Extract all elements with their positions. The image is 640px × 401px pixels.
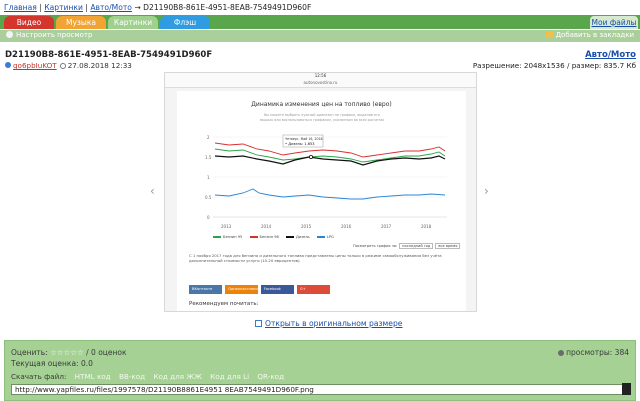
settings-icon <box>6 31 13 38</box>
share-vk: ВКонтакте <box>189 285 222 294</box>
setup-view-button[interactable]: Настроить просмотр <box>6 31 92 39</box>
download-label: Скачать файл: <box>11 372 67 381</box>
x-tick: 2017 <box>381 224 392 229</box>
category-link[interactable]: Авто/Мото <box>585 50 636 60</box>
preview-status-bar: 12:56 <box>165 73 476 80</box>
open-original-label[interactable]: Открыть в оригинальном размере <box>265 319 402 328</box>
pick-all-time: все время <box>435 243 461 249</box>
file-meta: go6pbIuKOT 27.08.2018 12:33 <box>5 61 132 70</box>
pick-label: Посмотреть график за: <box>353 244 398 248</box>
x-tick: 2013 <box>221 224 232 229</box>
breadcrumb-images[interactable]: Картинки <box>44 3 83 12</box>
share-ok: Одноклассники <box>225 285 258 294</box>
tooltip-value: • Дизель: 1.653 <box>285 142 315 146</box>
file-info-panel: Оценить: ☆☆☆☆☆ / 0 оценок просмотры: 384… <box>4 340 636 401</box>
file-url-field[interactable]: http://www.yapfiles.ru/files/1997578/D21… <box>11 384 623 395</box>
x-tick: 2015 <box>301 224 312 229</box>
prev-arrow-icon[interactable]: ‹ <box>150 184 155 198</box>
share-gplus: G+ <box>297 285 330 294</box>
eye-icon <box>558 350 565 356</box>
my-files-link[interactable]: Мои файлы <box>590 16 638 29</box>
legend-item: Бензин 95 <box>223 235 243 239</box>
add-bookmark-label: Добавить в закладки <box>555 31 634 39</box>
share-facebook: Facebook <box>261 285 294 294</box>
y-tick: 0.5 <box>205 195 212 200</box>
preview-recommend: Рекомендуем почитать: <box>189 301 259 307</box>
pick-last-year: последний год <box>399 243 434 249</box>
breadcrumb-home[interactable]: Главная <box>4 3 37 12</box>
preview-chart: 2 1.5 1 0.5 0 Четверг, Май 16, 2018 • Ди… <box>199 129 451 233</box>
tab-video[interactable]: Видео <box>4 16 54 29</box>
rating-row: Оценить: ☆☆☆☆☆ / 0 оценок <box>11 348 127 357</box>
tooltip-date: Четверг, Май 16, 2018 <box>285 137 323 141</box>
open-original-link[interactable]: Открыть в оригинальном размере <box>255 319 402 328</box>
preview-paragraph: С 1 ноября 2017 года для бензина и дизел… <box>189 253 442 263</box>
qr-code-link[interactable]: QR-код <box>257 372 284 381</box>
fullsize-icon <box>255 320 262 327</box>
current-rating: Текущая оценка: 0.0 <box>11 359 93 368</box>
views-count: просмотры: 384 <box>558 348 629 357</box>
file-title: D21190B8-861E-4951-8EAB-7549491D960F <box>5 50 213 60</box>
rate-label: Оценить: <box>11 348 48 357</box>
li-code-link[interactable]: Код для Li <box>210 372 249 381</box>
clock-icon <box>59 63 66 69</box>
html-code-link[interactable]: HTML код <box>75 372 111 381</box>
legend-item: Бензин 98 <box>259 235 279 239</box>
legend-item: LPG <box>326 235 334 239</box>
upload-date: 27.08.2018 12:33 <box>67 61 132 70</box>
setup-view-label: Настроить просмотр <box>16 31 93 39</box>
next-arrow-icon[interactable]: › <box>484 184 489 198</box>
rating-stars-icon[interactable]: ☆☆☆☆☆ <box>50 348 84 357</box>
preview-chart-title: Динамика изменения цен на топливо (евро) <box>251 101 392 108</box>
tab-images[interactable]: Картинки <box>108 16 158 29</box>
lj-code-link[interactable]: Код для ЖЖ <box>153 372 201 381</box>
breadcrumb-arrow: → <box>134 3 141 12</box>
breadcrumb: Главная | Картинки | Авто/Мото → D21190B… <box>4 3 311 13</box>
x-tick: 2016 <box>341 224 352 229</box>
breadcrumb-current: D21190B8-861E-4951-8EAB-7549491D960F <box>143 3 312 12</box>
preview-share-buttons: ВКонтакте Одноклассники Facebook G+ <box>189 283 333 294</box>
preview-chart-subtitle: Вы можете выбрать нужный диапазон на гра… <box>259 113 385 122</box>
view-toolbar: Настроить просмотр Добавить в закладки <box>0 30 640 42</box>
tab-flash[interactable]: Флэш <box>160 16 210 29</box>
y-tick: 1.5 <box>205 155 212 160</box>
legend-swatch <box>213 235 221 238</box>
preview-page: Динамика изменения цен на топливо (евро)… <box>177 91 466 311</box>
votes-count: / 0 оценок <box>86 348 127 357</box>
views-label: просмотры: 384 <box>566 348 629 357</box>
user-icon <box>5 62 11 68</box>
bookmark-icon <box>545 31 553 38</box>
legend-item: Дизель <box>296 235 310 239</box>
download-row: Скачать файл: HTML код BB-код Код для ЖЖ… <box>11 372 284 381</box>
uploader-link[interactable]: go6pbIuKOT <box>13 61 57 70</box>
image-preview[interactable]: 12:56 autonovostino.ru Динамика изменени… <box>164 72 477 312</box>
legend-swatch <box>286 235 294 238</box>
copy-icon[interactable] <box>622 383 631 395</box>
bb-code-link[interactable]: BB-код <box>119 372 145 381</box>
preview-time: 12:56 <box>314 73 327 78</box>
preview-range-picker: Посмотреть график за: последний год все вр… <box>353 243 461 249</box>
legend-swatch <box>249 235 258 238</box>
x-tick: 2014 <box>261 224 272 229</box>
tab-music[interactable]: Музыка <box>56 16 106 29</box>
breadcrumb-auto[interactable]: Авто/Мото <box>90 3 132 12</box>
preview-legend: Бензин 95 Бензин 98 Дизель LPG <box>207 235 334 239</box>
preview-url-bar: autonovostino.ru <box>165 80 476 88</box>
legend-swatch <box>316 235 325 238</box>
file-resolution: Разрешение: 2048x1536 / размер: 835.7 Кб <box>472 61 636 70</box>
add-bookmark-button[interactable]: Добавить в закладки <box>545 31 634 39</box>
x-tick: 2018 <box>421 224 432 229</box>
category-tabs-bar: Видео Музыка Картинки Флэш Мои файлы <box>0 15 640 29</box>
